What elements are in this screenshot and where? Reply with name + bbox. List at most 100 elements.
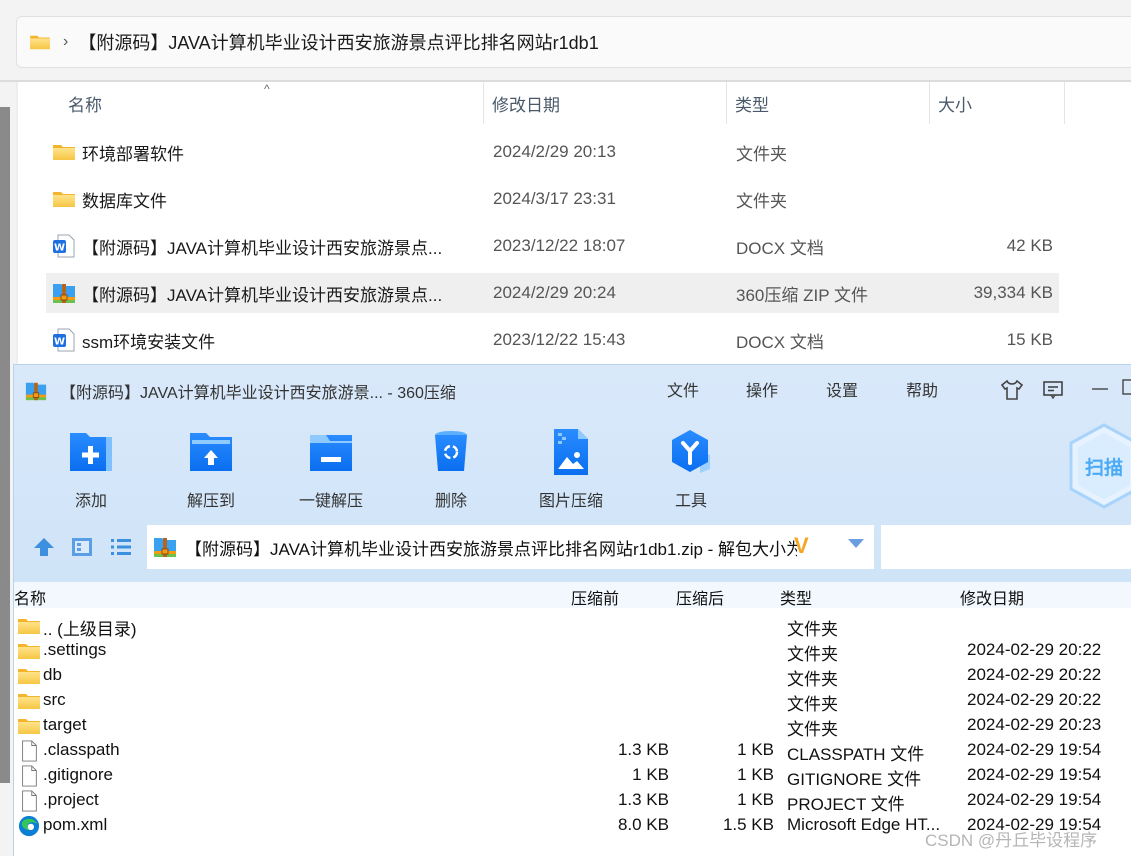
menu-operation[interactable]: 操作: [746, 377, 778, 401]
file-type: 文件夹: [736, 191, 787, 211]
folder-icon: [17, 715, 41, 737]
search-input[interactable]: [881, 525, 1131, 569]
feedback-icon[interactable]: [1042, 380, 1064, 400]
entry-type: CLASSPATH 文件: [787, 745, 925, 764]
menu-file[interactable]: 文件: [667, 377, 699, 401]
delete-button[interactable]: 删除: [411, 427, 491, 511]
add-button[interactable]: 添加: [51, 427, 131, 511]
entry-date: 2024-02-29 20:23: [967, 715, 1102, 734]
archive-row[interactable]: .gitignore 1 KB 1 KB GITIGNORE 文件 2024-0…: [14, 764, 1131, 789]
address-bar[interactable]: › 【附源码】JAVA计算机毕业设计西安旅游景点评比排名网站r1db1: [16, 16, 1131, 68]
word-doc-icon: [52, 234, 76, 258]
column-header-name[interactable]: 名称: [14, 585, 46, 609]
maximize-icon[interactable]: [1122, 379, 1131, 395]
column-header-after[interactable]: 压缩后: [676, 585, 724, 609]
menu-help[interactable]: 帮助: [906, 377, 938, 401]
one-click-extract-icon: [310, 435, 352, 471]
entry-size-after: 1 KB: [737, 740, 774, 759]
image-compress-button[interactable]: 图片压缩: [531, 427, 611, 511]
file-icon: [17, 765, 41, 787]
column-header-date-label: 修改日期: [492, 95, 560, 115]
navigation-pane-scrollbar[interactable]: [0, 107, 10, 783]
zip-archive-icon: [153, 535, 177, 559]
path-dropdown-icon[interactable]: [848, 539, 864, 548]
entry-name: pom.xml: [43, 815, 108, 834]
minimize-icon[interactable]: [1092, 387, 1108, 391]
delete-button-label: 删除: [434, 493, 467, 510]
column-header-name-label: 名称: [68, 95, 102, 115]
file-name: ssm环境安装文件: [82, 332, 216, 352]
folder-icon: [52, 190, 76, 208]
scan-label: 扫描: [1085, 458, 1124, 479]
one-click-extract-button[interactable]: 一键解压: [291, 427, 371, 511]
archive-path-field[interactable]: 【附源码】JAVA计算机毕业设计西安旅游景点评比排名网站r1db1.zip - …: [147, 525, 874, 569]
window-title: 【附源码】JAVA计算机毕业设计西安旅游景... - 360压缩: [60, 385, 456, 402]
archive-row[interactable]: .classpath 1.3 KB 1 KB CLASSPATH 文件 2024…: [14, 739, 1131, 764]
file-row[interactable]: 数据库文件 2024/3/17 23:31 文件夹: [46, 179, 1059, 219]
zip-archive-window: 【附源码】JAVA计算机毕业设计西安旅游景... - 360压缩 文件 操作 设…: [13, 364, 1131, 856]
zip-header-area: 【附源码】JAVA计算机毕业设计西安旅游景... - 360压缩 文件 操作 设…: [14, 365, 1131, 600]
archive-row[interactable]: db 文件夹 2024-02-29 20:22: [14, 664, 1131, 689]
file-row-selected[interactable]: 【附源码】JAVA计算机毕业设计西安旅游景点... 2024/2/29 20:2…: [46, 273, 1059, 313]
column-header-type[interactable]: 类型: [780, 585, 812, 609]
file-list: ^ 名称 修改日期 类型 大小 环境部署软件 2024/2/29 20:13 文…: [16, 82, 1131, 372]
menu-settings[interactable]: 设置: [826, 377, 858, 401]
breadcrumb-current-folder[interactable]: 【附源码】JAVA计算机毕业设计西安旅游景点评比排名网站r1db1: [78, 29, 598, 55]
column-header-name[interactable]: 名称: [60, 82, 484, 124]
entry-name: .. (上级目录): [43, 620, 137, 639]
image-compress-icon: [554, 429, 588, 475]
archive-row[interactable]: .. (上级目录) 文件夹: [14, 614, 1131, 639]
entry-size-after: 1.5 KB: [722, 815, 774, 834]
column-header-size[interactable]: 大小: [930, 82, 1065, 124]
entry-type: 文件夹: [787, 695, 838, 714]
vip-icon[interactable]: V: [794, 533, 809, 559]
entry-name: .classpath: [43, 740, 120, 759]
file-size: 39,334 KB: [973, 283, 1053, 302]
add-button-label: 添加: [74, 493, 107, 510]
extract-to-button[interactable]: 解压到: [171, 427, 251, 511]
entry-name: db: [43, 665, 62, 684]
file-row[interactable]: 【附源码】JAVA计算机毕业设计西安旅游景点... 2023/12/22 18:…: [46, 226, 1059, 266]
file-row[interactable]: 环境部署软件 2024/2/29 20:13 文件夹: [46, 132, 1059, 172]
entry-size-after: 1 KB: [737, 790, 774, 809]
file-type: DOCX 文档: [736, 332, 824, 352]
file-type: 文件夹: [736, 144, 787, 164]
folder-icon: [17, 665, 41, 687]
archive-row[interactable]: target 文件夹 2024-02-29 20:23: [14, 714, 1131, 739]
column-header-date[interactable]: 修改日期: [484, 82, 727, 124]
file-row[interactable]: ssm环境安装文件 2023/12/22 15:43 DOCX 文档 15 KB: [46, 320, 1059, 360]
extract-to-button-label: 解压到: [186, 493, 235, 510]
column-header-before[interactable]: 压缩前: [571, 585, 619, 609]
add-folder-icon: [70, 433, 112, 471]
column-header-type[interactable]: 类型: [727, 82, 930, 124]
file-icon: [17, 740, 41, 762]
skin-shirt-icon[interactable]: [1000, 379, 1024, 401]
file-type: 360压缩 ZIP 文件: [736, 285, 868, 305]
entry-type: 文件夹: [787, 645, 838, 664]
file-icon: [17, 790, 41, 812]
entry-type: 文件夹: [787, 620, 838, 639]
zip-archive-icon: [52, 281, 76, 305]
folder-icon: [29, 34, 51, 50]
file-type: DOCX 文档: [736, 238, 824, 258]
thumbnail-view-icon[interactable]: [71, 537, 93, 557]
folder-icon: [17, 640, 41, 662]
entry-name: src: [43, 690, 66, 709]
breadcrumb-separator-icon[interactable]: ›: [63, 33, 68, 51]
scan-button[interactable]: 扫描: [1069, 423, 1131, 509]
archive-list-header: 名称 压缩前 压缩后 类型 修改日期: [14, 582, 1131, 608]
column-header-date[interactable]: 修改日期: [960, 585, 1024, 609]
archive-row[interactable]: .project 1.3 KB 1 KB PROJECT 文件 2024-02-…: [14, 789, 1131, 814]
file-name: 【附源码】JAVA计算机毕业设计西安旅游景点...: [82, 238, 443, 258]
list-view-icon[interactable]: [110, 537, 132, 557]
tools-button[interactable]: 工具: [651, 427, 731, 511]
window-title-bar: 【附源码】JAVA计算机毕业设计西安旅游景... - 360压缩: [24, 379, 456, 403]
entry-date: 2024-02-29 20:22: [967, 665, 1102, 684]
up-level-icon[interactable]: [33, 537, 55, 557]
entry-type: 文件夹: [787, 670, 838, 689]
file-name: 【附源码】JAVA计算机毕业设计西安旅游景点...: [82, 285, 443, 305]
archive-row[interactable]: src 文件夹 2024-02-29 20:22: [14, 689, 1131, 714]
archive-row[interactable]: .settings 文件夹 2024-02-29 20:22: [14, 639, 1131, 664]
entry-date: 2024-02-29 20:22: [967, 640, 1102, 659]
entry-size-before: 1.3 KB: [617, 740, 669, 759]
